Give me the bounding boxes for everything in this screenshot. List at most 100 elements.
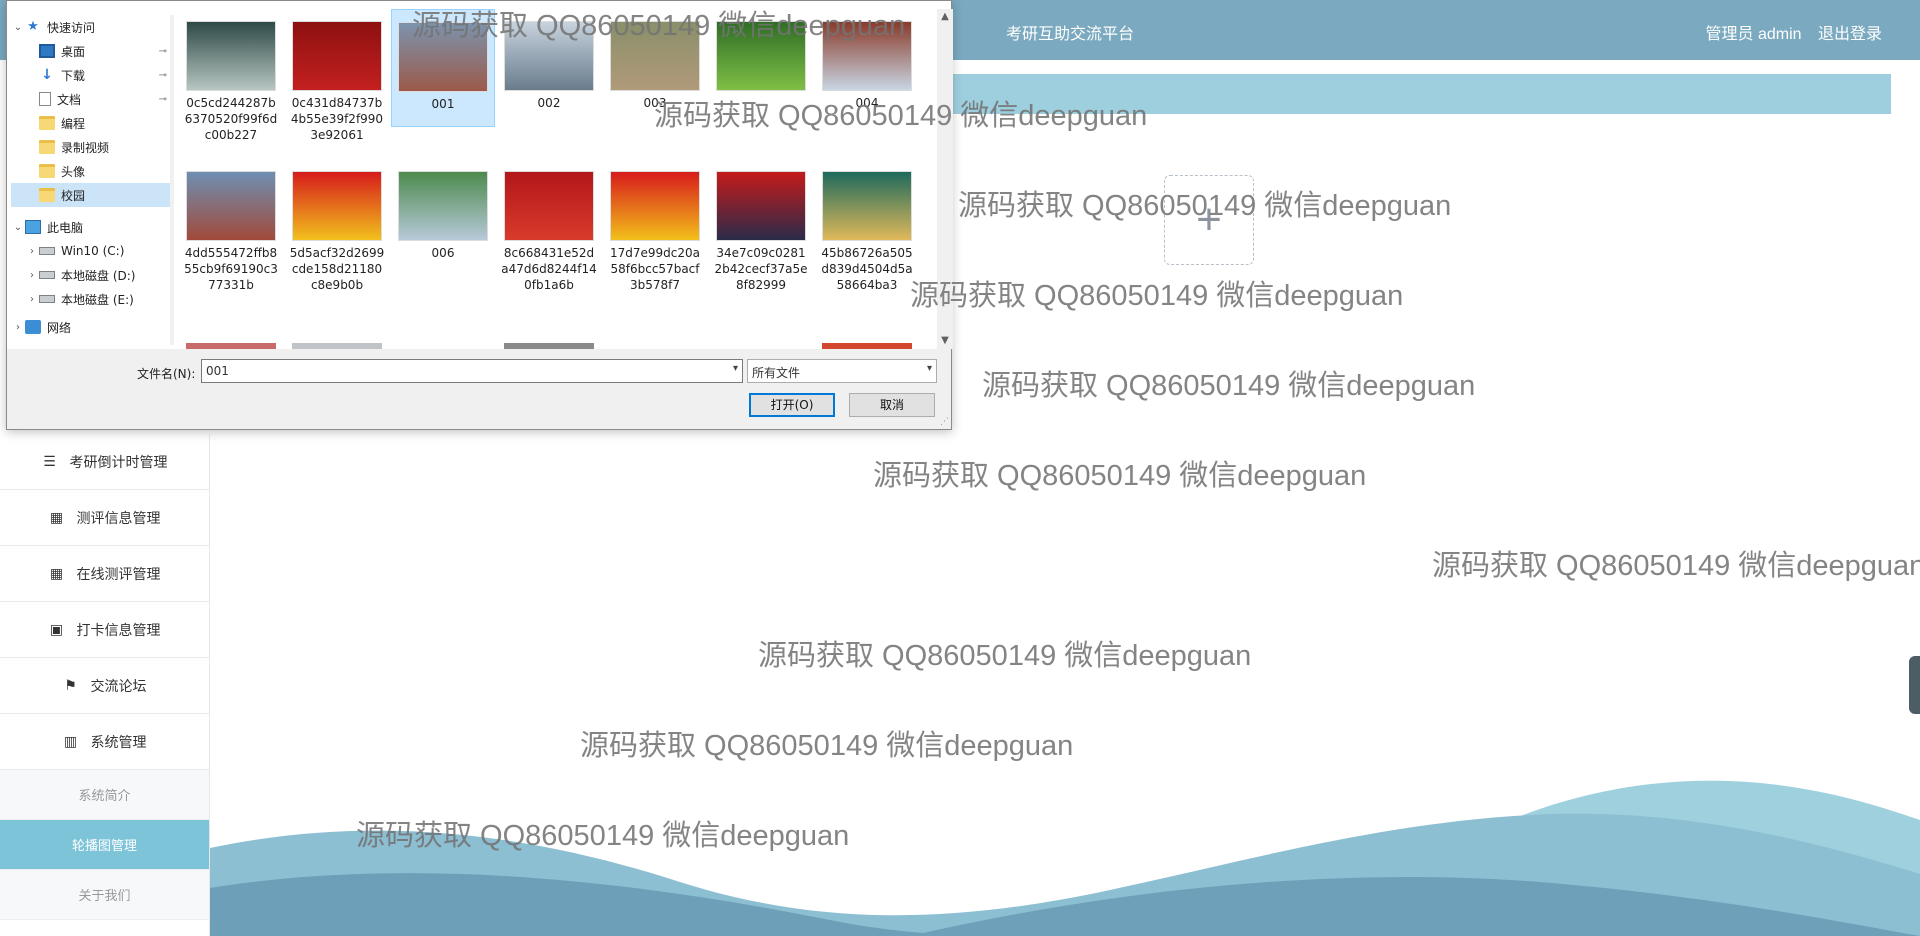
nav-item[interactable]: › Win10 (C:) [11,239,171,263]
nav-item[interactable]: ⌄ 此电脑 [11,215,171,239]
nav-item[interactable]: 文档 ⊸ [11,87,171,111]
open-button[interactable]: 打开(O) [749,393,835,417]
nav-item[interactable]: ↓ 下载 ⊸ [11,63,171,87]
watermark-text: 源码获取 QQ86050149 微信deepguan [982,370,1476,402]
sidebar-item-label: 考研倒计时管理 [69,453,168,470]
watermark-text: 源码获取 QQ86050149 微信deepguan [873,460,1367,492]
filename-label: 文件名(N): [137,367,196,381]
file-name: 45b86726a505d839d4504d5a58664ba3 [821,246,913,292]
file-name: 4dd555472ffb855cb9f69190c377331b [184,246,278,292]
pin-icon: ⊸ [158,93,167,105]
scroll-up-icon[interactable]: ▲ [937,9,953,25]
file-view-scrollbar[interactable]: ▲ ▼ [937,9,953,349]
user-name: 管理员 admin [1705,26,1802,43]
chevron-down-icon[interactable]: ▾ [733,363,738,374]
nav-item[interactable]: 头像 [11,159,171,183]
nav-item[interactable]: › 网络 [11,315,171,339]
navigation-pane: ⌄ ★ 快速访问 桌面 ⊸ ↓ 下载 ⊸ 文档 ⊸ 编程 录制视频 头像 校园 ⌄ 此电脑 › Win10 (C:… [11,15,171,345]
image-thumbnail [292,171,382,241]
chevron-down-icon[interactable]: ⌄ [11,22,25,33]
image-thumbnail [398,171,488,241]
sidebar-subitem-carousel[interactable]: 轮播图管理 [0,820,209,870]
image-thumbnail [716,21,806,91]
file-item[interactable]: 45b86726a505d839d4504d5a58664ba3 [815,159,919,292]
watermark-text: 源码获取 QQ86050149 微信deepguan [758,640,1252,672]
chevron-down-icon[interactable]: ⌄ [11,222,25,233]
image-upload-button[interactable]: + [1164,175,1254,265]
nav-item[interactable]: › 本地磁盘 (D:) [11,263,171,287]
file-item[interactable]: 002 [497,9,601,129]
file-item[interactable]: 4dd555472ffb855cb9f69190c377331b [179,159,283,292]
file-item[interactable]: 001 [391,9,495,127]
nav-item-label: 头像 [61,164,86,179]
image-thumbnail [822,171,912,241]
sidebar-item-online-assessment[interactable]: ▦ 在线测评管理 [0,546,209,602]
flag-icon: ⚑ [64,677,77,693]
nav-item[interactable]: 录制视频 [11,135,171,159]
sidebar-item-label: 打卡信息管理 [76,621,161,638]
document-icon [39,92,51,106]
sidebar-item-system[interactable]: ▥ 系统管理 [0,714,209,770]
sidebar-item-assessment-info[interactable]: ▦ 测评信息管理 [0,490,209,546]
clipboard-check-icon: ▣ [49,621,64,637]
resize-grip-icon[interactable]: ⋰ [940,417,949,427]
nav-item[interactable]: 编程 [11,111,171,135]
sidebar-item-countdown[interactable]: ☰ 考研倒计时管理 [0,434,209,490]
nav-item-label: Win10 (C:) [61,244,125,258]
sidebar-item-label: 在线测评管理 [76,565,161,582]
dialog-bottom-bar: 文件名(N): 001 ▾ 所有文件 ▾ 打开(O) 取消 ⋰ [7,349,951,429]
nav-item[interactable]: › 本地磁盘 (E:) [11,287,171,311]
sidebar-subitem-about[interactable]: 关于我们 [0,870,209,920]
nav-item[interactable]: ⌄ ★ 快速访问 [11,15,171,39]
chevron-right-icon[interactable]: › [25,270,39,281]
chevron-right-icon[interactable]: › [25,246,39,257]
file-item[interactable]: 0c431d84737b4b55e39f2f9903e92061 [285,9,389,142]
sidebar-item-label: 交流论坛 [90,677,147,694]
file-item[interactable]: 5d5acf32d2699cde158d21180c8e9b0b [285,159,389,292]
file-item[interactable]: 004 [815,9,919,129]
cancel-button[interactable]: 取消 [849,393,935,417]
chevron-right-icon[interactable]: › [25,294,39,305]
nav-item[interactable]: 校园 [11,183,171,207]
nav-item[interactable]: 桌面 ⊸ [11,39,171,63]
sidebar-item-checkin[interactable]: ▣ 打卡信息管理 [0,602,209,658]
navigation-scrollbar[interactable] [170,15,174,345]
sidebar-item-forum[interactable]: ⚑ 交流论坛 [0,658,209,714]
drive-icon [39,295,55,303]
nav-item-label: 网络 [47,320,72,335]
sidebar-subitem-intro[interactable]: 系统简介 [0,770,209,820]
nav-item-label: 录制视频 [61,140,110,155]
file-item[interactable] [709,9,813,129]
file-name: 17d7e99dc20a58f6bcc57bacf3b578f7 [609,246,700,292]
nav-item-label: 桌面 [61,44,86,59]
download-icon: ↓ [41,67,53,83]
filename-input[interactable]: 001 ▾ [201,359,743,383]
file-item[interactable]: 34e7c09c02812b42cecf37a5e8f82999 [709,159,813,292]
folder-icon [39,140,55,154]
file-name: 0c5cd244287b6370520f99f6dc00b227 [184,96,278,142]
file-item[interactable]: 0c5cd244287b6370520f99f6dc00b227 [179,9,283,142]
pin-icon: ⊸ [158,69,167,81]
file-item[interactable]: 006 [391,159,495,279]
file-name: 34e7c09c02812b42cecf37a5e8f82999 [714,246,808,292]
scroll-down-icon[interactable]: ▼ [937,333,953,349]
logout-link[interactable]: 退出登录 [1818,26,1882,43]
file-item[interactable]: 17d7e99dc20a58f6bcc57bacf3b578f7 [603,159,707,292]
folder-icon [39,188,55,202]
chevron-down-icon[interactable]: ▾ [927,363,932,374]
drive-icon [39,247,55,255]
file-item[interactable]: 8c668431e52da47d6d8244f140fb1a6b [497,159,601,292]
filetype-select[interactable]: 所有文件 ▾ [747,359,937,383]
image-thumbnail [822,21,912,91]
nav-item-label: 本地磁盘 (D:) [61,268,136,283]
side-drawer-handle[interactable] [1909,656,1920,714]
folder-icon [39,164,55,178]
file-name: 003 [643,96,667,110]
image-thumbnail [398,22,488,92]
computer-icon [25,220,41,234]
file-item[interactable]: 003 [603,9,707,129]
nav-item-label: 下载 [61,68,86,83]
chevron-right-icon[interactable]: › [11,322,25,333]
file-name: 8c668431e52da47d6d8244f140fb1a6b [501,246,597,292]
image-thumbnail [716,171,806,241]
